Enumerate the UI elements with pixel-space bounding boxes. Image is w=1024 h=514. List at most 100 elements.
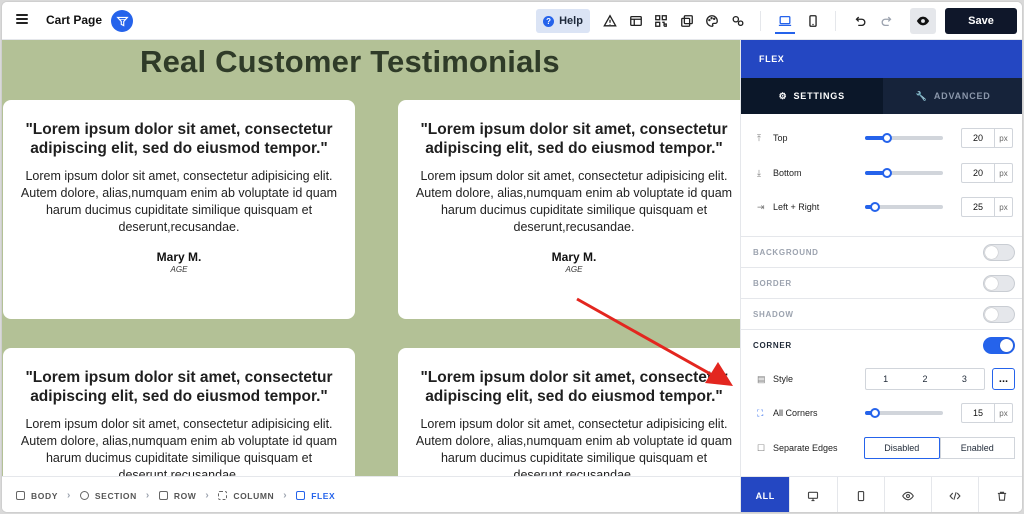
border-section: BORDER xyxy=(741,267,1022,298)
testimonial-body: Lorem ipsum dolor sit amet, consectetur … xyxy=(20,169,338,234)
separate-edges-row: ☐ Separate Edges Disabled Enabled xyxy=(741,431,1022,465)
style-option-2[interactable]: 2 xyxy=(905,369,944,389)
breadcrumb-item-section[interactable]: SECTION xyxy=(79,490,137,501)
settings-panel: FLEX ⚙ SETTINGS 🔧 ADVANCED ⤒ Top 20 px ⤓ … xyxy=(740,40,1022,512)
testimonials-heading[interactable]: Real Customer Testimonials xyxy=(140,44,560,80)
background-section: BACKGROUND xyxy=(741,236,1022,267)
testimonial-card[interactable]: "Lorem ipsum dolor sit amet, consectetur… xyxy=(3,100,355,319)
all-corners-input[interactable]: 15 px xyxy=(961,403,1013,423)
copy-icon[interactable] xyxy=(680,14,694,28)
corners-icon: ⛶ xyxy=(757,407,764,418)
desktop-icon xyxy=(808,491,819,501)
section-label: SHADOW xyxy=(753,309,794,319)
separate-edges-selector: Disabled Enabled xyxy=(864,437,1015,459)
square-icon: ☐ xyxy=(757,442,766,453)
breadcrumb-label: SECTION xyxy=(94,490,137,501)
code-button[interactable] xyxy=(930,477,978,512)
style-option-1[interactable]: 1 xyxy=(866,369,905,389)
help-button[interactable]: ? Help xyxy=(536,9,590,33)
all-devices-button[interactable]: ALL xyxy=(741,477,790,512)
breadcrumb-item-flex[interactable]: FLEX xyxy=(296,491,335,501)
chevron-right-icon: › xyxy=(145,490,150,501)
shadow-toggle[interactable] xyxy=(983,305,1015,323)
gear-icon: ⚙ xyxy=(778,90,788,101)
flex-icon xyxy=(296,491,306,500)
border-toggle[interactable] xyxy=(983,274,1015,292)
disabled-option[interactable]: Disabled xyxy=(864,437,940,459)
desktop-button[interactable] xyxy=(789,477,836,512)
section-icon xyxy=(79,491,89,500)
settings-toggle-icon[interactable] xyxy=(731,14,745,28)
testimonial-name: Mary M. xyxy=(156,250,202,264)
padding-top-label: Top xyxy=(773,133,788,143)
padding-bottom-slider[interactable] xyxy=(865,168,943,178)
code-icon xyxy=(949,491,961,500)
palette-icon[interactable] xyxy=(705,14,719,28)
unit: px xyxy=(994,164,1012,182)
panel-title: FLEX xyxy=(741,40,1022,78)
arrow-right-bar-icon: ⇥ xyxy=(757,201,765,212)
section-label: BACKGROUND xyxy=(753,247,819,257)
corner-toggle[interactable] xyxy=(983,336,1015,354)
breadcrumb-item-column[interactable]: COLUMN xyxy=(218,491,274,501)
eye-icon xyxy=(901,491,914,500)
tab-settings[interactable]: ⚙ SETTINGS xyxy=(741,78,883,114)
chevron-right-icon: › xyxy=(283,490,288,501)
padding-left-right-input[interactable]: 25 px xyxy=(961,197,1013,217)
all-corners-label: All Corners xyxy=(773,408,818,418)
testimonial-body: Lorem ipsum dolor sit amet, consectetur … xyxy=(415,417,733,476)
background-toggle[interactable] xyxy=(983,243,1015,261)
warning-icon[interactable] xyxy=(603,14,617,28)
padding-top-row: ⤒ Top 20 px xyxy=(741,121,1022,155)
value: 20 xyxy=(972,168,983,178)
padding-bottom-input[interactable]: 20 px xyxy=(961,163,1013,183)
corner-section: CORNER xyxy=(741,329,1022,360)
qr-code-icon[interactable] xyxy=(654,14,668,28)
mobile-view-icon[interactable] xyxy=(806,14,820,28)
desktop-view-icon[interactable] xyxy=(775,14,795,34)
question-icon: ? xyxy=(543,15,555,27)
value: 25 xyxy=(972,202,983,212)
help-label: Help xyxy=(559,15,583,27)
testimonial-quote: "Lorem ipsum dolor sit amet, consectetur… xyxy=(420,121,728,157)
value: 15 xyxy=(972,408,983,418)
testimonial-card[interactable]: "Lorem ipsum dolor sit amet, consectetur… xyxy=(398,100,740,319)
testimonial-quote: "Lorem ipsum dolor sit amet, consectetur… xyxy=(25,121,333,157)
style-option-3[interactable]: 3 xyxy=(945,369,984,389)
testimonial-age: AGE xyxy=(565,265,583,274)
mobile-button[interactable] xyxy=(836,477,884,512)
body-icon xyxy=(16,491,25,500)
breadcrumb: BODY › SECTION › ROW › COLUMN › FLEX xyxy=(2,476,740,512)
testimonial-card[interactable]: "Lorem ipsum dolor sit amet, consectetur… xyxy=(3,348,355,476)
save-button[interactable]: Save xyxy=(945,8,1017,34)
section-label: BORDER xyxy=(753,278,792,288)
corner-style-selector: 1 2 3 xyxy=(865,368,985,390)
all-corners-slider[interactable] xyxy=(865,408,943,418)
tab-advanced[interactable]: 🔧 ADVANCED xyxy=(882,78,1022,114)
breadcrumb-item-body[interactable]: BODY xyxy=(16,491,58,501)
padding-top-input[interactable]: 20 px xyxy=(961,128,1013,148)
tab-label: SETTINGS xyxy=(793,91,845,101)
delete-button[interactable] xyxy=(977,477,1022,512)
toolbar-divider xyxy=(835,11,836,31)
more-styles-button[interactable]: ... xyxy=(992,368,1015,390)
undo-icon[interactable] xyxy=(853,14,867,28)
editor-canvas[interactable]: Real Customer Testimonials "Lorem ipsum … xyxy=(2,40,740,476)
trash-icon xyxy=(997,491,1007,501)
menu-icon[interactable] xyxy=(16,14,28,24)
tab-label: ADVANCED xyxy=(933,91,991,101)
preview-button[interactable] xyxy=(910,8,936,34)
arrow-up-icon: ⤒ xyxy=(757,132,761,143)
breadcrumb-item-row[interactable]: ROW xyxy=(158,491,197,501)
padding-left-right-slider[interactable] xyxy=(865,202,943,212)
value: 20 xyxy=(972,133,983,143)
redo-icon[interactable] xyxy=(880,14,894,28)
enabled-option[interactable]: Enabled xyxy=(939,437,1015,459)
panel-tabs: ⚙ SETTINGS 🔧 ADVANCED xyxy=(741,78,1022,114)
testimonial-card[interactable]: "Lorem ipsum dolor sit amet, consectetur… xyxy=(398,348,740,476)
layout-icon[interactable] xyxy=(629,14,643,28)
visibility-button[interactable] xyxy=(883,477,931,512)
padding-top-slider[interactable] xyxy=(865,133,943,143)
style-label: Style xyxy=(773,374,794,384)
testimonial-quote: "Lorem ipsum dolor sit amet, consectetur… xyxy=(420,369,728,405)
